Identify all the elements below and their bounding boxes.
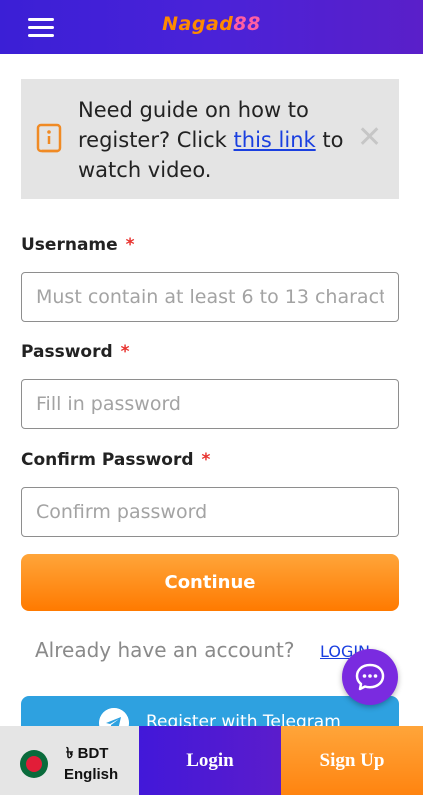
confirm-password-input[interactable] — [21, 487, 399, 537]
site-logo[interactable]: Nagad88 — [0, 13, 423, 35]
chat-bubble-icon — [355, 663, 385, 691]
bangladesh-flag-icon — [20, 750, 48, 778]
close-icon[interactable]: ✕ — [357, 123, 382, 153]
username-label-text: Username — [21, 235, 118, 255]
confirm-password-label: Confirm Password * — [21, 450, 210, 470]
username-label: Username * — [21, 235, 135, 255]
chat-support-button[interactable] — [342, 649, 398, 705]
guide-message: Need guide on how to register? Click thi… — [78, 95, 348, 185]
confirm-password-label-text: Confirm Password — [21, 450, 194, 470]
register-guide-banner: Need guide on how to register? Click thi… — [21, 79, 399, 199]
have-account-text: Already have an account? — [35, 638, 295, 662]
language-label: English — [64, 766, 119, 783]
required-marker: * — [125, 235, 135, 255]
password-input[interactable] — [21, 379, 399, 429]
signup-button[interactable]: Sign Up — [281, 726, 423, 795]
currency-code: ৳ BDT — [66, 745, 109, 762]
password-label-text: Password — [21, 342, 113, 362]
password-label: Password * — [21, 342, 130, 362]
required-marker: * — [201, 450, 211, 470]
info-book-icon — [36, 123, 62, 153]
bottom-bar: ৳ BDT English Login Sign Up — [0, 726, 423, 795]
required-marker: * — [120, 342, 130, 362]
top-header: Nagad88 — [0, 0, 423, 54]
username-input[interactable] — [21, 272, 399, 322]
currency-language-selector[interactable]: ৳ BDT English — [0, 726, 139, 795]
login-button[interactable]: Login — [139, 726, 281, 795]
guide-video-link[interactable]: this link — [234, 128, 316, 152]
continue-button[interactable]: Continue — [21, 554, 399, 611]
